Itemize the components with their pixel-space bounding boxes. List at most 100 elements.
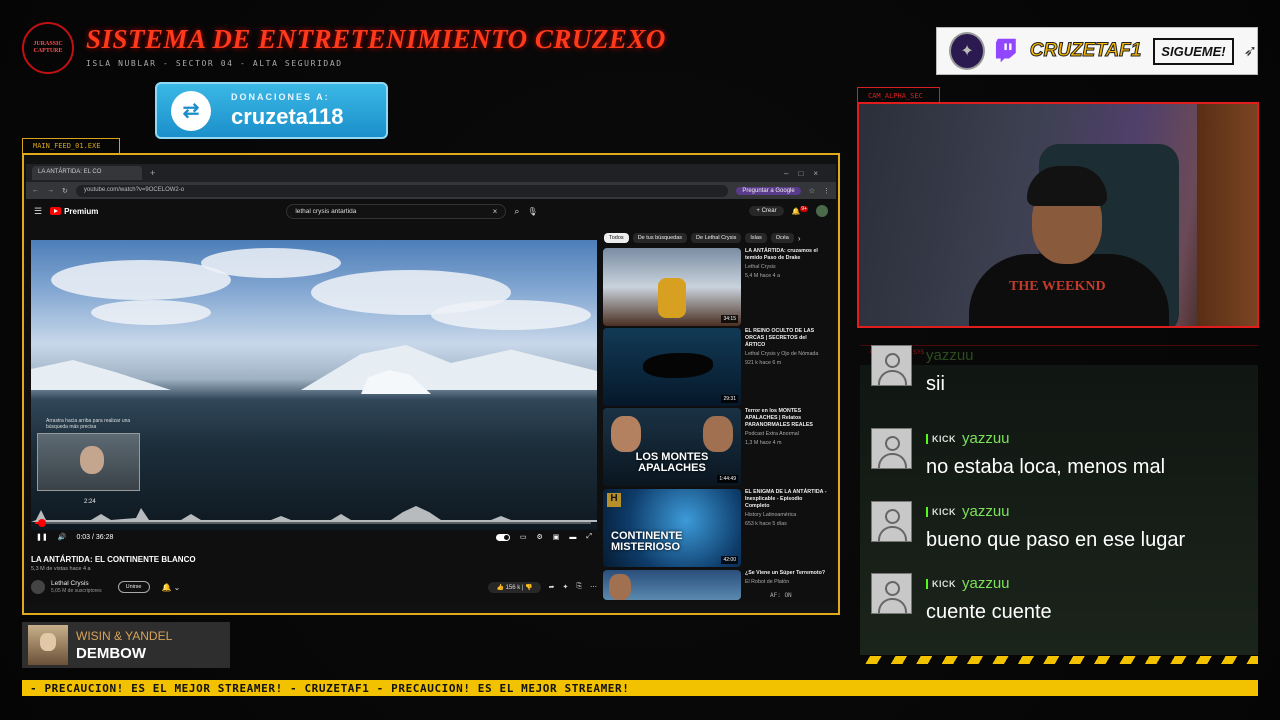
- more-icon[interactable]: ⋯: [590, 583, 597, 591]
- youtube-brand: Premium: [64, 206, 99, 216]
- create-label: Crear: [761, 208, 777, 214]
- history-logo-icon: H: [607, 493, 621, 507]
- recommendation-item[interactable]: H CONTINENTE MISTERIOSO 42:00 EL ENIGMA …: [603, 489, 828, 567]
- search-icon[interactable]: ⌕: [514, 206, 519, 217]
- rec-title: EL REINO OCULTO DE LAS ORCAS | SECRETOS …: [745, 328, 815, 348]
- rec-channel: History Latinoamérica: [745, 512, 797, 518]
- mic-icon[interactable]: 🎙: [527, 207, 537, 216]
- time-display: 0:03 / 36:28: [76, 533, 114, 541]
- like-button[interactable]: 👍 156 k | 👎: [488, 581, 541, 593]
- cam-tab-label: CAM_ALPHA_SEC: [857, 87, 940, 103]
- chip-all[interactable]: Todos: [604, 233, 629, 243]
- star-icon[interactable]: ☆: [809, 187, 815, 195]
- player-controls: ❚❚ 🔊 0:03 / 36:28 ▭ ⚙ ▣ ▬ ⤢: [36, 530, 592, 544]
- browser-tab-bar: LA ANTÁRTIDA: EL CO + –□×: [26, 164, 836, 182]
- create-button[interactable]: + Crear: [749, 206, 784, 216]
- rec-duration: 34:15: [721, 315, 738, 323]
- rec-title: EL ENIGMA DE LA ANTÁRTIDA - Inexplicable…: [745, 489, 827, 509]
- channel-subs: 5,05 M de suscriptores: [51, 588, 102, 594]
- channel-avatar[interactable]: [31, 580, 45, 594]
- recommendation-item[interactable]: 29:31 EL REINO OCULTO DE LAS ORCAS | SEC…: [603, 328, 828, 406]
- sparkle-icon[interactable]: ✦: [563, 583, 569, 591]
- search-hint: Arrastra hacia arriba para realizar una …: [46, 418, 131, 430]
- logo-text: JURASSIC CAPTURE: [33, 41, 63, 54]
- user-avatar-icon: [871, 428, 912, 469]
- recommendation-item[interactable]: LOS MONTES APALACHES 1:44:49 Terror en l…: [603, 408, 828, 486]
- webcam-feed: THE WEEKND: [857, 102, 1259, 328]
- donation-user: cruzeta118: [231, 103, 344, 129]
- donation-banner[interactable]: ⇄ DONACIONES A: cruzeta118: [155, 82, 388, 139]
- rec-thumb-text: CONTINENTE MISTERIOSO: [611, 530, 683, 553]
- bell-icon[interactable]: 🔔9+: [792, 206, 808, 216]
- filter-chips: Todos De tus búsquedas De Lethal Crysis …: [604, 231, 820, 245]
- save-icon[interactable]: ⎘: [576, 583, 582, 591]
- video-progress-bar[interactable]: [35, 519, 591, 527]
- miniplayer-icon[interactable]: ▣: [553, 533, 560, 541]
- search-query: lethal crysis antartida: [295, 207, 357, 215]
- youtube-logo[interactable]: Premium: [50, 207, 98, 216]
- avatar[interactable]: [816, 205, 828, 217]
- recommendation-item[interactable]: 34:15 LA ANTÁRTIDA: cruzamos el temido P…: [603, 248, 828, 326]
- now-playing-widget: WISIN & YANDEL DEMBOW: [22, 622, 230, 668]
- chip-ocean[interactable]: Océa: [770, 233, 794, 243]
- chip-channel[interactable]: De Lethal Crysis: [691, 233, 742, 243]
- user-avatar-icon: [871, 573, 912, 614]
- rec-channel: Lethal Crysis: [745, 264, 776, 270]
- subtitles-icon[interactable]: ▭: [520, 533, 527, 541]
- twitch-username: CRUZETAF1: [1029, 40, 1142, 62]
- share-icon[interactable]: ➦: [549, 583, 555, 591]
- platform-badge: KICK: [926, 433, 956, 444]
- like-count: 156 k: [505, 584, 521, 591]
- clear-search-icon[interactable]: ×: [493, 207, 498, 216]
- forward-icon[interactable]: →: [47, 187, 54, 194]
- youtube-search-input[interactable]: lethal crysis antartida ×: [286, 203, 507, 219]
- chat-panel: yazzuu sii KICK yazzuu no estaba loca, me…: [860, 345, 1258, 655]
- chip-islands[interactable]: Islas: [745, 233, 767, 243]
- twitch-follow-banner[interactable]: ✦ CRUZETAF1 SIGUEME! ➶: [936, 27, 1258, 75]
- channel-name[interactable]: Lethal Crysis: [51, 580, 102, 588]
- user-avatar-icon: [871, 501, 912, 542]
- pause-icon[interactable]: ❚❚: [36, 533, 48, 541]
- browser-tab[interactable]: LA ANTÁRTIDA: EL CO: [32, 166, 142, 180]
- chat-text: cuente cuente: [926, 601, 1052, 623]
- join-button[interactable]: Unirse: [117, 581, 150, 593]
- rec-thumb-text: LOS MONTES APALACHES: [635, 451, 709, 474]
- menu-icon[interactable]: ⋮: [823, 187, 830, 195]
- chat-text: no estaba loca, menos mal: [926, 456, 1166, 478]
- reload-icon[interactable]: ↻: [62, 187, 68, 195]
- theater-icon[interactable]: ▬: [569, 534, 576, 541]
- handshake-icon: ⇄: [171, 90, 211, 131]
- youtube-play-icon: [50, 207, 62, 215]
- rec-meta: 921 k hace 6 m: [745, 360, 782, 366]
- recommendation-item[interactable]: ¿Se Viene un Súper Terremoto? El Robot de…: [603, 570, 828, 600]
- chips-next-icon[interactable]: ›: [798, 234, 801, 243]
- video-title: LA ANTÁRTIDA: EL CONTINENTE BLANCO: [31, 555, 196, 564]
- platform-badge: KICK: [926, 506, 956, 517]
- fullscreen-icon[interactable]: ⤢: [586, 533, 592, 541]
- ask-google-button[interactable]: Preguntar a Google: [736, 186, 801, 195]
- window-controls[interactable]: –□×: [784, 169, 836, 178]
- hamburger-icon[interactable]: ☰: [34, 206, 42, 217]
- back-icon[interactable]: ←: [32, 187, 39, 194]
- rec-channel: Podcast Extra Anormal: [745, 431, 799, 437]
- progress-knob[interactable]: [37, 519, 46, 527]
- chat-username: yazzuu: [962, 575, 1010, 592]
- chip-searches[interactable]: De tus búsquedas: [632, 233, 688, 243]
- cursor-icon: ➶: [1243, 43, 1257, 60]
- autoplay-toggle[interactable]: [495, 533, 510, 541]
- settings-icon[interactable]: ⚙: [536, 533, 542, 541]
- volume-icon[interactable]: 🔊: [58, 533, 67, 541]
- url-field[interactable]: youtube.com/watch?v=9OCELOW2-o: [75, 184, 729, 197]
- subscribe-bell-icon[interactable]: 🔔 ⌄: [162, 583, 181, 592]
- video-meta: 5,3 M de vistas hace 4 a: [31, 566, 91, 572]
- rec-channel: El Robot de Platón: [745, 579, 790, 585]
- follow-button[interactable]: SIGUEME!: [1153, 37, 1234, 65]
- album-art: [28, 625, 68, 665]
- new-tab-icon[interactable]: +: [150, 168, 155, 178]
- rec-meta: 5,4 M hace 4 a: [745, 273, 781, 279]
- rec-title: ¿Se Viene un Súper Terremoto?: [745, 570, 826, 576]
- rec-duration: 42:00: [721, 556, 738, 564]
- shirt-text: THE WEEKND: [1009, 279, 1106, 294]
- rec-title: LA ANTÁRTIDA: cruzamos el temido Paso de…: [745, 248, 818, 261]
- donation-label: DONACIONES A:: [231, 91, 330, 102]
